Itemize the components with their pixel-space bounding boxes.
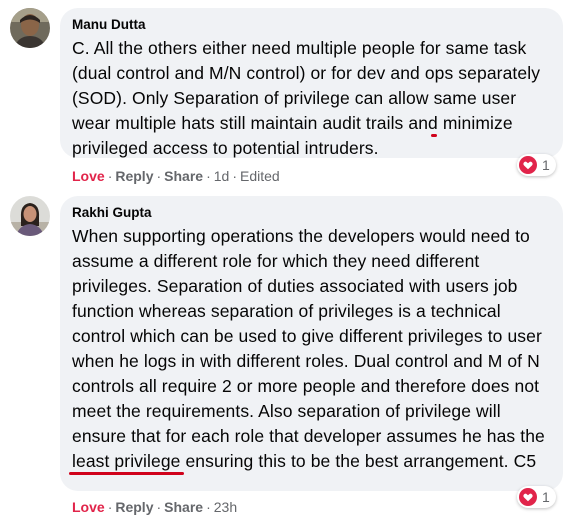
timestamp[interactable]: 1d xyxy=(214,168,230,184)
share-button[interactable]: Share xyxy=(164,168,203,184)
reaction-count[interactable]: 1 xyxy=(517,486,556,508)
reply-button[interactable]: Reply xyxy=(115,499,153,515)
comment-author[interactable]: Manu Dutta xyxy=(72,16,551,34)
edited-label[interactable]: Edited xyxy=(240,168,280,184)
comment-text: C. All the others either need multiple p… xyxy=(72,36,551,161)
avatar[interactable] xyxy=(10,8,50,48)
comment-actions: Love · Reply · Share · 1d · Edited xyxy=(72,167,280,185)
reaction-count-value: 1 xyxy=(542,157,550,173)
separator: · xyxy=(206,499,211,515)
separator: · xyxy=(206,168,211,184)
separator: · xyxy=(107,168,113,184)
heart-icon xyxy=(519,156,537,174)
share-button[interactable]: Share xyxy=(164,499,203,515)
comment-bubble: Manu Dutta C. All the others either need… xyxy=(60,8,563,158)
reaction-count-value: 1 xyxy=(542,489,550,505)
comment-text: When supporting operations the developer… xyxy=(72,224,551,474)
reaction-count[interactable]: 1 xyxy=(517,154,556,176)
separator: · xyxy=(232,168,237,184)
love-button[interactable]: Love xyxy=(72,168,105,184)
reply-button[interactable]: Reply xyxy=(115,168,153,184)
timestamp[interactable]: 23h xyxy=(214,499,237,515)
comment-text-part: When supporting operations the developer… xyxy=(72,226,545,446)
comment-bubble: Rakhi Gupta When supporting operations t… xyxy=(60,196,563,491)
comment-text-part: ensuring this to be the best arrangement… xyxy=(180,451,537,471)
comment-author[interactable]: Rakhi Gupta xyxy=(72,204,551,222)
comment-actions: Love · Reply · Share · 23h xyxy=(72,498,237,516)
avatar[interactable] xyxy=(10,196,50,236)
separator: · xyxy=(107,499,113,515)
separator: · xyxy=(156,499,162,515)
separator: · xyxy=(156,168,162,184)
highlighted-text: least privilege xyxy=(72,451,181,471)
heart-icon xyxy=(519,488,537,506)
love-button[interactable]: Love xyxy=(72,499,105,515)
